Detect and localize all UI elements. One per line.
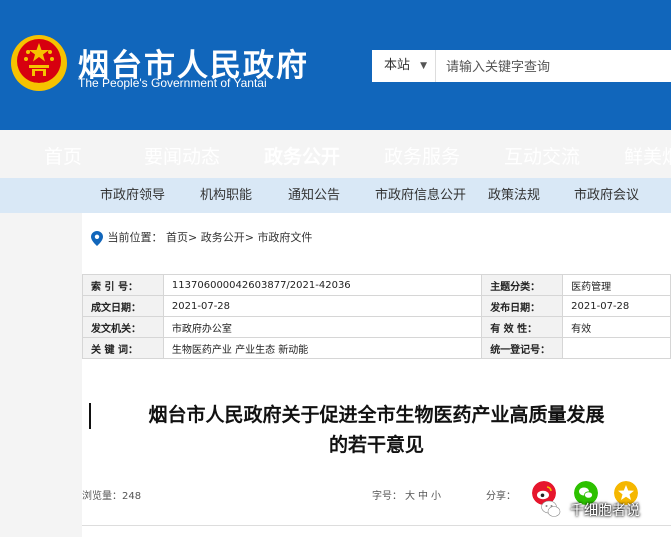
meta-label: 索 引 号： xyxy=(82,274,164,296)
subnav-item-info-disclosure[interactable]: 市政府信息公开 xyxy=(375,178,466,213)
watermark-text: 千细胞者说 xyxy=(570,503,640,519)
wechat-logo-icon xyxy=(541,500,561,517)
meta-label: 成文日期： xyxy=(82,295,164,317)
meta-row: 索 引 号： 113706000042603877/2021-42036 主题分… xyxy=(82,274,671,296)
font-size-large-button[interactable]: 大 xyxy=(405,491,415,502)
search-input[interactable] xyxy=(438,50,671,84)
sub-nav: 市政府领导 机构职能 通知公告 市政府信息公开 政策法规 市政府会议 xyxy=(0,178,671,213)
content-panel: 当前位置： 首页> 政务公开> 市政府文件 索 引 号： 11370600004… xyxy=(82,213,671,537)
meta-value: 医药管理 xyxy=(562,274,671,296)
breadcrumb-current[interactable]: 市政府文件 xyxy=(257,231,312,244)
nav-item-home[interactable]: 首页 xyxy=(44,135,82,179)
font-size-label: 字号： xyxy=(372,491,402,502)
meta-label: 主题分类： xyxy=(481,274,564,296)
meta-row: 发文机关： 市政府办公室 有 效 性： 有效 xyxy=(82,316,671,338)
meta-value: 2021-07-28 xyxy=(562,295,671,317)
document-title-line1: 烟台市人民政府关于促进全市生物医药产业高质量发展 xyxy=(148,404,605,426)
meta-row: 关 键 词： 生物医药产业 产业生态 新动能 统一登记号： xyxy=(82,337,671,359)
document-title-line2: 的若干意见 xyxy=(328,434,424,456)
nav-item-services[interactable]: 政务服务 xyxy=(384,135,460,179)
meta-label: 统一登记号： xyxy=(481,337,564,359)
caret-down-icon: ▼ xyxy=(420,61,427,71)
font-size-medium-button[interactable]: 中 xyxy=(418,491,428,502)
font-size-switcher: 字号：大中小 xyxy=(372,487,441,502)
subnav-item-meetings[interactable]: 市政府会议 xyxy=(574,178,639,213)
subnav-item-functions[interactable]: 机构职能 xyxy=(200,178,252,213)
meta-value: 有效 xyxy=(562,316,671,338)
divider xyxy=(82,525,671,526)
location-pin-icon xyxy=(91,230,103,246)
meta-value: 113706000042603877/2021-42036 xyxy=(162,274,483,296)
search-scope-label: 本站 xyxy=(384,58,411,73)
meta-label: 有 效 性： xyxy=(481,316,564,338)
site-subtitle: The People's Government of Yantai xyxy=(78,76,267,90)
nav-item-interaction[interactable]: 互动交流 xyxy=(504,135,580,179)
nav-item-yantai[interactable]: 鲜美烟 xyxy=(624,135,671,179)
font-size-small-button[interactable]: 小 xyxy=(431,491,441,502)
nav-item-news[interactable]: 要闻动态 xyxy=(144,135,220,179)
views-label: 浏览量： xyxy=(82,491,122,502)
site-header: 烟台市人民政府 The People's Government of Yanta… xyxy=(0,0,671,130)
document-meta-table: 索 引 号： 113706000042603877/2021-42036 主题分… xyxy=(82,274,671,359)
meta-value xyxy=(562,337,671,359)
meta-value: 生物医药产业 产业生态 新动能 xyxy=(162,337,483,359)
search-scope-select[interactable]: 本站 ▼ xyxy=(372,50,436,82)
breadcrumb-gov-affairs[interactable]: 政务公开> xyxy=(201,231,254,244)
breadcrumb-home[interactable]: 首页> xyxy=(166,231,197,244)
share-label: 分享： xyxy=(486,491,516,502)
national-emblem-icon[interactable] xyxy=(10,34,68,92)
meta-label: 发布日期： xyxy=(481,295,564,317)
subnav-item-leaders[interactable]: 市政府领导 xyxy=(100,178,165,213)
search-box: 本站 ▼ xyxy=(372,50,671,84)
meta-value: 2021-07-28 xyxy=(162,295,483,317)
breadcrumb: 当前位置： 首页> 政务公开> 市政府文件 xyxy=(90,229,312,246)
meta-label: 发文机关： xyxy=(82,316,164,338)
views-value: 248 xyxy=(122,491,142,502)
main-nav: 首页 要闻动态 政务公开 政务服务 互动交流 鲜美烟 xyxy=(0,135,671,179)
meta-row: 成文日期： 2021-07-28 发布日期： 2021-07-28 xyxy=(82,295,671,317)
document-title: 烟台市人民政府关于促进全市生物医药产业高质量发展 的若干意见 xyxy=(82,400,671,460)
meta-label: 关 键 词： xyxy=(82,337,164,359)
view-count: 浏览量：248 xyxy=(82,487,141,502)
nav-item-gov-affairs[interactable]: 政务公开 xyxy=(264,135,340,179)
subnav-item-policies[interactable]: 政策法规 xyxy=(488,178,540,213)
breadcrumb-label: 当前位置： xyxy=(107,231,163,244)
subnav-item-notices[interactable]: 通知公告 xyxy=(288,178,340,213)
meta-value: 市政府办公室 xyxy=(162,316,483,338)
